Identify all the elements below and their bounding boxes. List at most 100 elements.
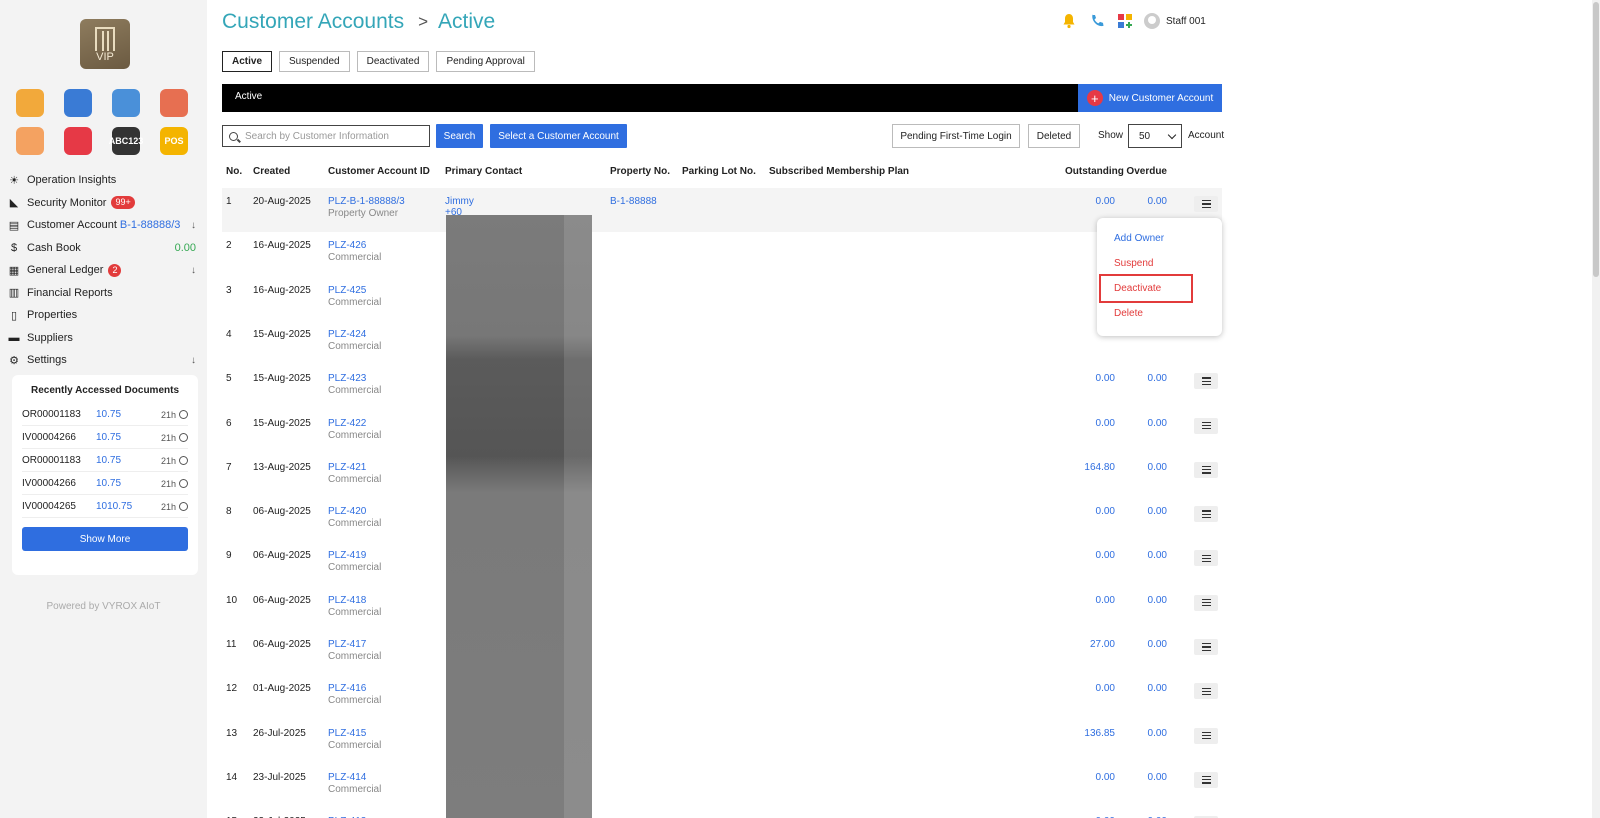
document-amount[interactable]: 10.75 [96, 478, 152, 489]
scrollbar-thumb[interactable] [1593, 2, 1599, 277]
overdue-amount[interactable]: 0.00 [1117, 373, 1167, 384]
overdue-amount[interactable]: 0.00 [1117, 683, 1167, 694]
outstanding-amount[interactable]: 136.85 [1065, 728, 1115, 739]
row-menu-button[interactable] [1194, 550, 1218, 567]
search-input[interactable]: Search by Customer Information [222, 125, 430, 147]
column-header[interactable]: Parking Lot No. [682, 166, 756, 177]
sidebar-item-properties[interactable]: ▯ Properties [8, 304, 198, 327]
sidebar-item-sub[interactable]: B-1-88888/3 [120, 219, 181, 231]
recent-document-item[interactable]: OR00001183 10.75 21h [22, 404, 188, 426]
customer-account-id-link[interactable]: PLZ-417 [328, 639, 366, 650]
customer-account-id-link[interactable]: PLZ-420 [328, 506, 366, 517]
outstanding-amount[interactable]: 0.00 [1065, 772, 1115, 783]
column-header[interactable]: Primary Contact [445, 166, 522, 177]
row-menu-button[interactable] [1194, 683, 1218, 700]
recent-document-item[interactable]: IV00004265 1010.75 21h [22, 496, 188, 518]
sidebar-item-operation-insights[interactable]: ☀ Operation Insights [8, 169, 198, 192]
column-header[interactable]: No. [226, 166, 242, 177]
primary-contact-name[interactable]: Jimmy [445, 196, 474, 207]
apps-grid-icon[interactable] [1116, 12, 1134, 30]
menu-item-suspend[interactable]: Suspend [1114, 258, 1153, 269]
tab-deactivated[interactable]: Deactivated [356, 51, 430, 72]
customer-account-id-link[interactable]: PLZ-425 [328, 285, 366, 296]
column-header[interactable]: Customer Account ID [328, 166, 430, 177]
overdue-amount[interactable]: 0.00 [1117, 418, 1167, 429]
new-customer-account-button[interactable]: + New Customer Account [1078, 84, 1222, 112]
document-amount[interactable]: 10.75 [96, 455, 152, 466]
sidebar-item-security-monitor[interactable]: ◣ Security Monitor 99+ [8, 192, 198, 215]
outstanding-amount[interactable]: 0.00 [1065, 418, 1115, 429]
menu-item-add-owner[interactable]: Add Owner [1114, 233, 1164, 244]
page-size-select[interactable]: 50 [1128, 124, 1182, 148]
row-menu-button[interactable] [1194, 639, 1218, 655]
sidebar-item-financial-reports[interactable]: ▥ Financial Reports [8, 282, 198, 305]
row-menu-button[interactable] [1194, 373, 1218, 390]
page-scrollbar[interactable] [1592, 0, 1600, 818]
calendar-app-icon[interactable] [64, 89, 92, 117]
recent-document-item[interactable]: OR00001183 10.75 21h [22, 450, 188, 472]
bell-icon[interactable] [1060, 12, 1078, 30]
column-header[interactable]: Overdue [1117, 166, 1167, 177]
overdue-amount[interactable]: 0.00 [1117, 506, 1167, 517]
search-button[interactable]: Search [436, 124, 483, 148]
outstanding-amount[interactable]: 0.00 [1065, 683, 1115, 694]
select-customer-account-button[interactable]: Select a Customer Account [490, 124, 627, 148]
customer-account-id-link[interactable]: PLZ-423 [328, 373, 366, 384]
document-amount[interactable]: 10.75 [96, 409, 152, 420]
column-header[interactable]: Subscribed Membership Plan [769, 166, 909, 177]
customer-account-id-link[interactable]: PLZ-415 [328, 728, 366, 739]
customer-account-id-link[interactable]: PLZ-421 [328, 462, 366, 473]
outstanding-amount[interactable]: 0.00 [1065, 595, 1115, 606]
customer-account-id-link[interactable]: PLZ-424 [328, 329, 366, 340]
pending-first-time-login-button[interactable]: Pending First-Time Login [892, 124, 1020, 148]
document-amount[interactable]: 1010.75 [96, 501, 152, 512]
outstanding-amount[interactable]: 0.00 [1065, 506, 1115, 517]
sidebar-item-suppliers[interactable]: ▬ Suppliers [8, 327, 198, 350]
face-scan-app-icon[interactable] [64, 127, 92, 155]
row-menu-button[interactable] [1194, 196, 1218, 212]
sidebar-item-cash-book[interactable]: $ Cash Book 0.00 [8, 237, 198, 260]
clipboard-app-icon[interactable] [16, 89, 44, 117]
outstanding-amount[interactable]: 27.00 [1065, 639, 1115, 650]
recent-document-item[interactable]: IV00004266 10.75 21h [22, 427, 188, 449]
breadcrumb-customer-accounts[interactable]: Customer Accounts [222, 10, 404, 34]
pos-app-icon[interactable]: POS [160, 127, 188, 155]
sidebar-item-general-ledger[interactable]: ▦ General Ledger 2 ↓ [8, 259, 198, 282]
customer-account-id-link[interactable]: PLZ-418 [328, 595, 366, 606]
outstanding-amount[interactable]: 0.00 [1065, 196, 1115, 207]
row-menu-button[interactable] [1194, 461, 1218, 478]
overdue-amount[interactable]: 0.00 [1117, 550, 1167, 561]
outstanding-amount[interactable]: 0.00 [1065, 550, 1115, 561]
customer-account-id-link[interactable]: PLZ-422 [328, 418, 366, 429]
deleted-button[interactable]: Deleted [1028, 124, 1080, 148]
row-menu-button[interactable] [1194, 417, 1218, 434]
vip-logo[interactable]: VIP [80, 19, 130, 69]
phone-icon[interactable] [1088, 12, 1106, 30]
expand-arrow-icon[interactable]: ↓ [191, 265, 196, 276]
card-key-app-icon[interactable] [16, 127, 44, 155]
overdue-amount[interactable]: 0.00 [1117, 728, 1167, 739]
overdue-amount[interactable]: 0.00 [1117, 462, 1167, 473]
customer-account-id-link[interactable]: PLZ-416 [328, 683, 366, 694]
customer-account-id-link[interactable]: PLZ-426 [328, 240, 366, 251]
menu-item-delete[interactable]: Delete [1114, 308, 1143, 319]
tab-suspended[interactable]: Suspended [279, 51, 350, 72]
bank-app-icon[interactable] [112, 89, 140, 117]
overdue-amount[interactable]: 0.00 [1117, 595, 1167, 606]
expand-arrow-icon[interactable]: ↓ [191, 355, 196, 366]
overdue-amount[interactable]: 0.00 [1117, 639, 1167, 650]
property-number-link[interactable]: B-1-88888 [610, 196, 657, 207]
tab-active[interactable]: Active [222, 51, 273, 72]
user-name[interactable]: Staff 001 [1166, 16, 1206, 27]
column-header[interactable]: Outstanding [1065, 166, 1124, 177]
overdue-amount[interactable]: 0.00 [1117, 196, 1167, 207]
show-more-button[interactable]: Show More [22, 527, 188, 551]
expand-arrow-icon[interactable]: ↓ [191, 220, 196, 231]
outstanding-amount[interactable]: 164.80 [1065, 462, 1115, 473]
outstanding-amount[interactable]: 0.00 [1065, 373, 1115, 384]
row-menu-button[interactable] [1194, 506, 1218, 523]
column-header[interactable]: Property No. [610, 166, 670, 177]
tab-pending-approval[interactable]: Pending Approval [436, 51, 535, 72]
sidebar-item-settings[interactable]: ⚙ Settings ↓ [8, 349, 198, 372]
column-header[interactable]: Created [253, 166, 290, 177]
